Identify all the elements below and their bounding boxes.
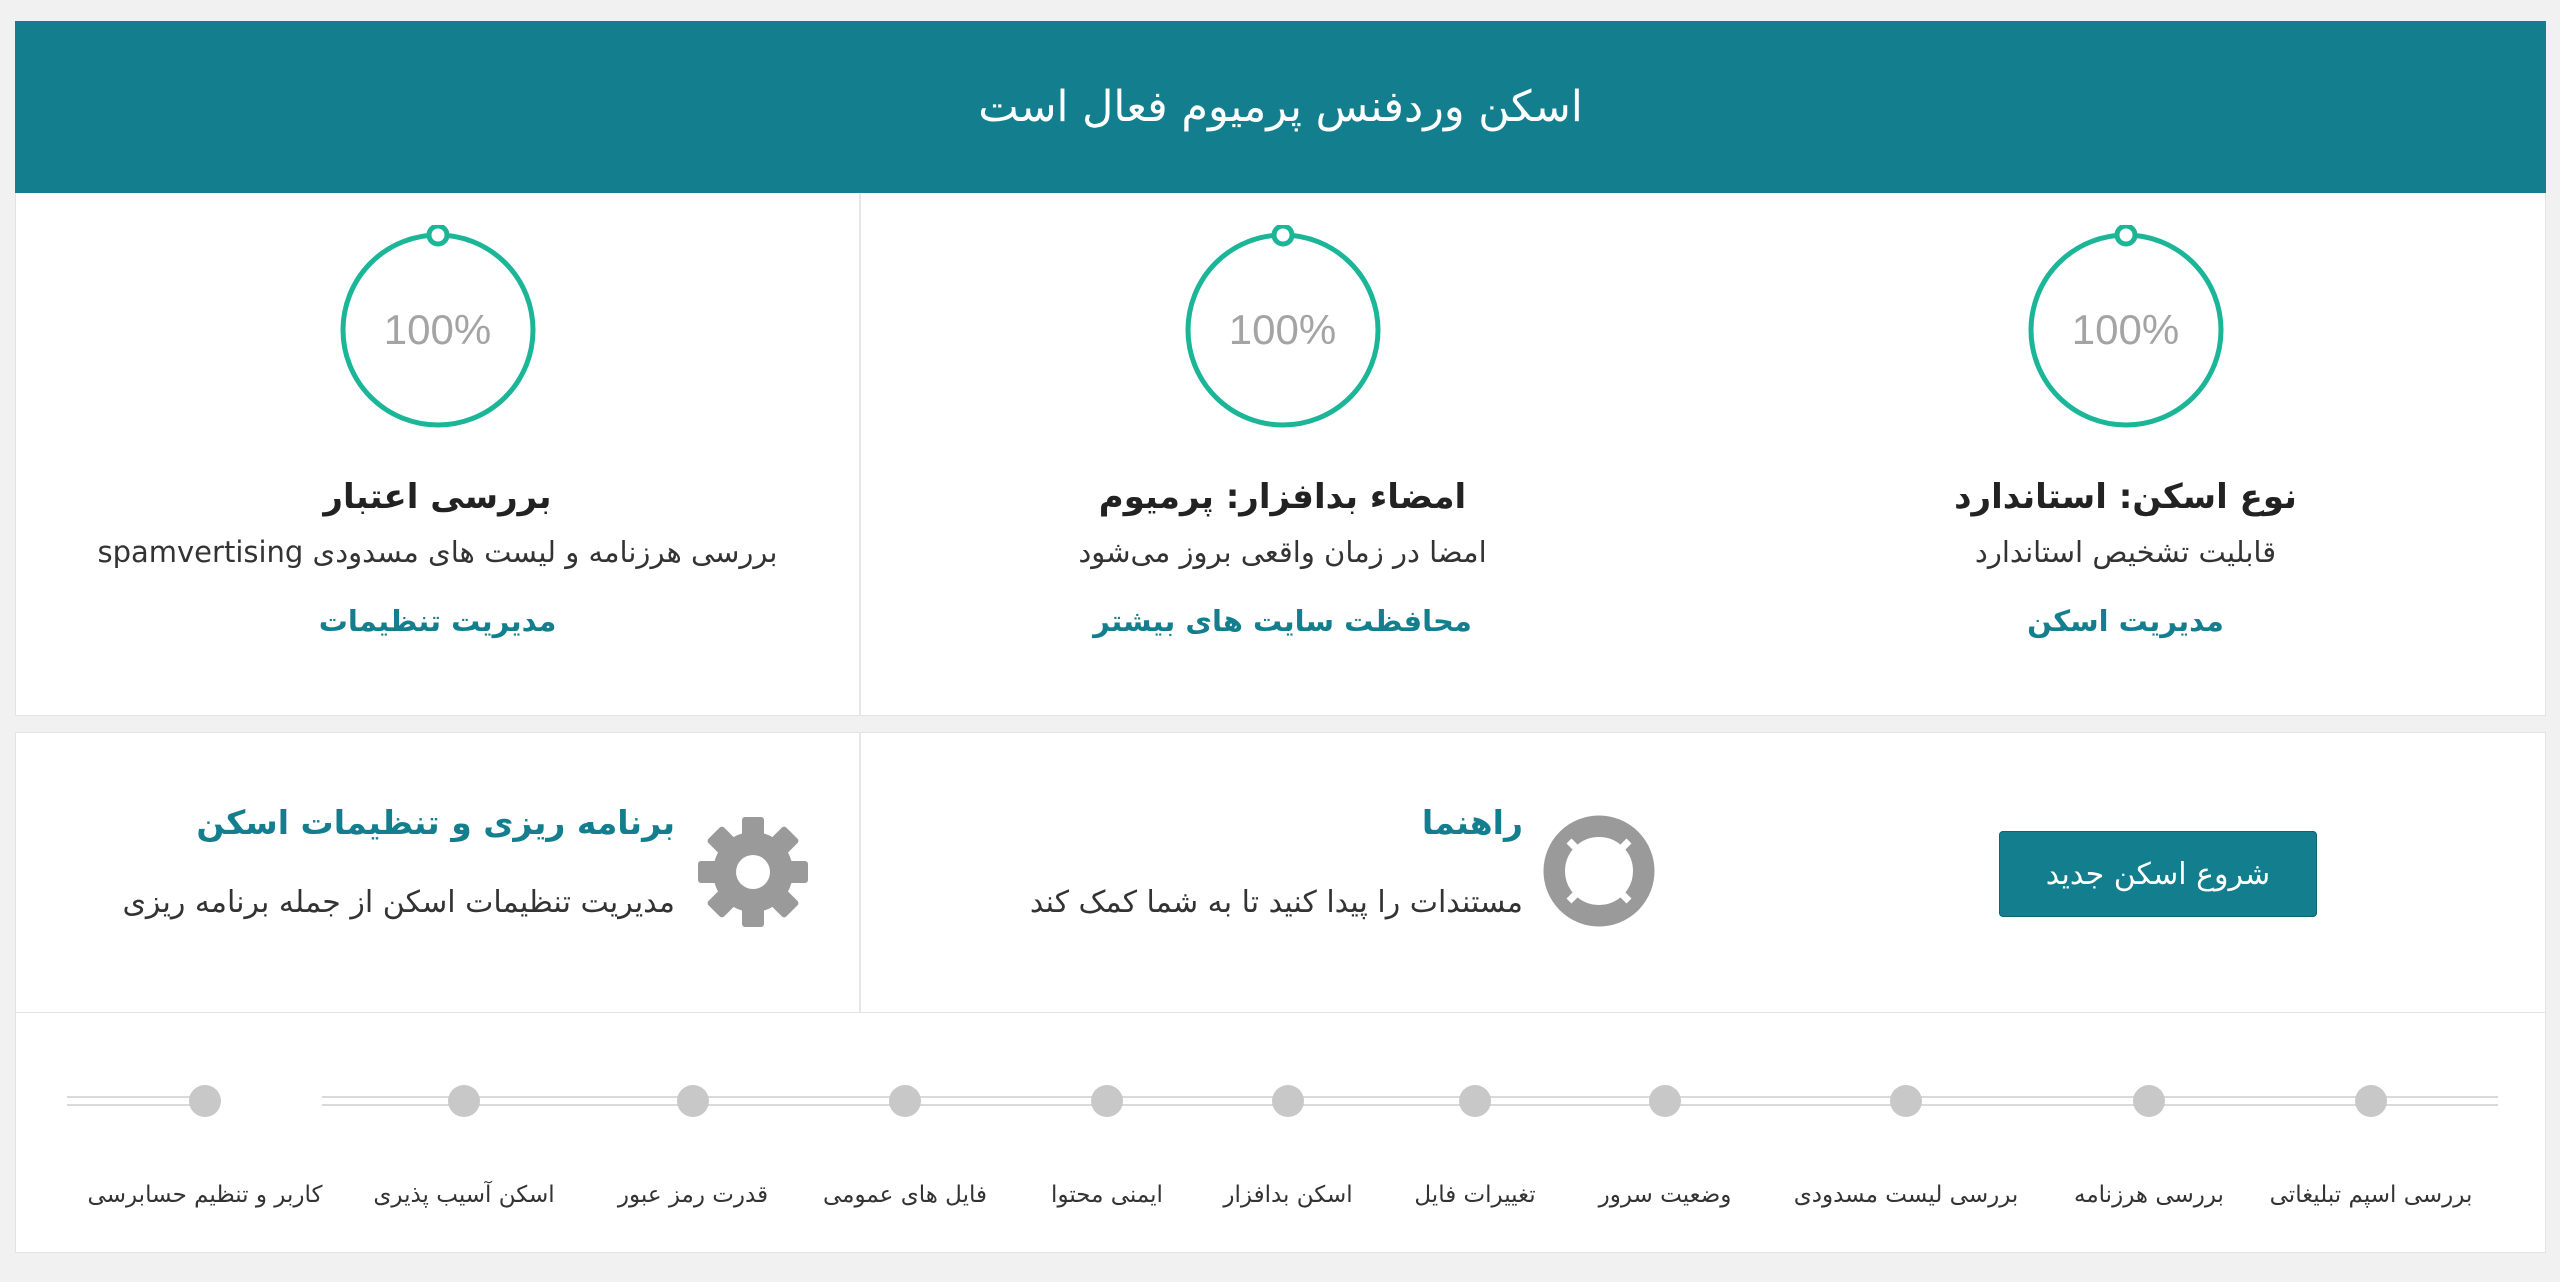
schedule-settings-title-link[interactable]: برنامه ریزی و تنظیمات اسکن [196, 803, 675, 842]
signatures-gauge: 100% [1178, 223, 1388, 435]
scan-stats-panel: 100% نوع اسکن: استاندارد قابلیت تشخیص اس… [15, 193, 2546, 716]
protect-more-sites-link[interactable]: محافظت سایت های بیشتر [861, 604, 1704, 638]
timeline-stage-dot [448, 1085, 480, 1117]
scan-type-gauge: 100% [2021, 223, 2231, 435]
timeline-stage-dot [677, 1085, 709, 1117]
stat-title: امضاء بدافزار: پرمیوم [1098, 477, 1467, 517]
timeline-stage-label: بررسی اسپم تبلیغاتی [2269, 1182, 2473, 1208]
reputation-gauge: 100% [333, 223, 543, 435]
column-divider [859, 733, 861, 1012]
stat-malware-signatures: 100% امضاء بدافزار: پرمیوم امضا در زمان … [861, 193, 1704, 715]
manage-scan-link[interactable]: مدیریت اسکن [1704, 604, 2547, 638]
stat-scan-type: 100% نوع اسکن: استاندارد قابلیت تشخیص اس… [1704, 193, 2547, 715]
gauge-percent: 100% [2071, 306, 2180, 353]
help-title-link[interactable]: راهنما [1422, 803, 1523, 842]
stat-description: بررسی هرزنامه و لیست های مسدودی spamvert… [97, 535, 778, 569]
timeline-stage-dot [1459, 1085, 1491, 1117]
help-description: مستندات را پیدا کنید تا به شما کمک کند [1029, 885, 1523, 920]
gauge-percent: 100% [383, 306, 492, 353]
gear-icon [698, 817, 808, 927]
timeline-stage-dot [189, 1085, 221, 1117]
timeline-stage-dot [2133, 1085, 2165, 1117]
schedule-settings-description: مدیریت تنظیمات اسکن از جمله برنامه ریزی [122, 885, 675, 920]
timeline-stage-label: بررسی لیست مسدودی [1793, 1182, 2019, 1208]
stat-reputation-check: 100% بررسی اعتبار بررسی هرزنامه و لیست ه… [16, 193, 859, 715]
timeline-stage-dot [1649, 1085, 1681, 1117]
actions-panel: شروع اسکن جدید راهنما مستندات را پیدا کن… [15, 732, 2546, 1013]
premium-status-banner: اسکن وردفنس پرمیوم فعال است [15, 21, 2546, 193]
gauge-percent: 100% [1228, 306, 1337, 353]
stat-title: بررسی اعتبار [323, 477, 552, 517]
timeline-stage-dot [1091, 1085, 1123, 1117]
timeline-stage-label: بررسی هرزنامه [2074, 1182, 2224, 1208]
lifebuoy-icon [1543, 815, 1655, 927]
banner-title: اسکن وردفنس پرمیوم فعال است [978, 82, 1583, 132]
timeline-stage-label: قدرت رمز عبور [617, 1182, 769, 1208]
manage-options-link[interactable]: مدیریت تنظیمات [16, 604, 859, 638]
timeline-stage-dot [1890, 1085, 1922, 1117]
timeline-stage-dot [889, 1085, 921, 1117]
stat-title: نوع اسکن: استاندارد [1954, 477, 2297, 517]
scan-stages-timeline: بررسی اسپم تبلیغاتی بررسی هرزنامه بررسی لی… [15, 1013, 2546, 1253]
timeline-stage-label: ایمنی محتوا [1051, 1182, 1163, 1208]
timeline-stage-label: فایل های عمومی [823, 1182, 987, 1208]
timeline-stage-dot [1272, 1085, 1304, 1117]
stat-description: قابلیت تشخیص استاندارد [1974, 535, 2277, 569]
timeline-stage-label: تغییرات فایل [1414, 1182, 1536, 1208]
timeline-stage-label: اسکن بدافزار [1223, 1182, 1353, 1208]
timeline-stage-dot [2355, 1085, 2387, 1117]
stat-description: امضا در زمان واقعی بروز می‌شود [1078, 535, 1487, 569]
timeline-stage-label: کاربر و تنظیم حسابرسی [87, 1182, 323, 1208]
timeline-stage-label: وضعیت سرور [1598, 1182, 1732, 1208]
start-new-scan-button[interactable]: شروع اسکن جدید [1999, 831, 2317, 917]
timeline-stage-label: اسکن آسیب پذیری [373, 1182, 555, 1208]
